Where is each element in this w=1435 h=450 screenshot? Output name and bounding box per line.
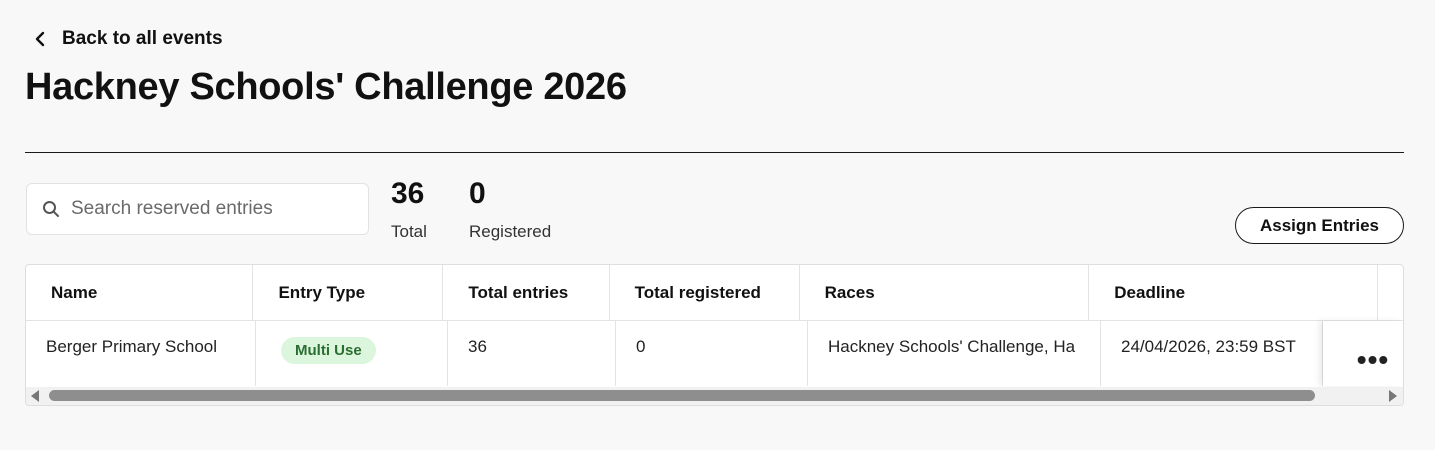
cell-name: Berger Primary School bbox=[26, 321, 256, 386]
page-title: Hackney Schools' Challenge 2026 bbox=[25, 66, 627, 108]
column-header-name[interactable]: Name bbox=[26, 265, 254, 320]
more-horizontal-icon: ••• bbox=[1356, 343, 1390, 375]
cell-deadline: 24/04/2026, 23:59 BST bbox=[1101, 321, 1323, 386]
stat-total: 36 Total bbox=[391, 176, 427, 242]
back-to-events-link[interactable]: Back to all events bbox=[30, 28, 223, 50]
cell-entry-type: Multi Use bbox=[256, 321, 448, 386]
cell-races: Hackney Schools' Challenge, Ha bbox=[808, 321, 1101, 386]
column-header-entry-type[interactable]: Entry Type bbox=[253, 265, 444, 320]
scrollbar-thumb[interactable] bbox=[49, 390, 1315, 401]
entry-type-badge: Multi Use bbox=[281, 337, 376, 364]
cell-total-registered: 0 bbox=[616, 321, 808, 386]
table-row[interactable]: Berger Primary School Multi Use 36 0 Hac… bbox=[26, 321, 1403, 386]
search-box[interactable] bbox=[26, 183, 369, 235]
column-header-spacer bbox=[1378, 265, 1403, 320]
back-link-label: Back to all events bbox=[62, 28, 223, 49]
column-header-total-entries[interactable]: Total entries bbox=[443, 265, 610, 320]
column-header-races[interactable]: Races bbox=[800, 265, 1090, 320]
stat-total-label: Total bbox=[391, 222, 427, 241]
assign-entries-button[interactable]: Assign Entries bbox=[1235, 207, 1404, 244]
chevron-left-icon bbox=[35, 31, 45, 47]
scroll-right-arrow-icon[interactable] bbox=[1389, 390, 1397, 402]
scroll-left-arrow-icon[interactable] bbox=[31, 390, 39, 402]
entries-table: Name Entry Type Total entries Total regi… bbox=[25, 264, 1404, 406]
stat-registered: 0 Registered bbox=[469, 176, 551, 242]
search-input[interactable] bbox=[71, 198, 351, 220]
row-actions-button[interactable]: ••• bbox=[1323, 321, 1403, 386]
header-divider bbox=[25, 152, 1404, 153]
column-header-total-registered[interactable]: Total registered bbox=[610, 265, 800, 320]
stat-registered-label: Registered bbox=[469, 222, 552, 241]
stat-registered-value: 0 bbox=[469, 177, 486, 210]
search-icon bbox=[43, 201, 59, 217]
horizontal-scrollbar[interactable] bbox=[26, 387, 1403, 405]
table-header-row: Name Entry Type Total entries Total regi… bbox=[26, 265, 1403, 321]
column-header-deadline[interactable]: Deadline bbox=[1089, 265, 1378, 320]
cell-total-entries: 36 bbox=[448, 321, 616, 386]
stat-total-value: 36 bbox=[391, 177, 425, 210]
